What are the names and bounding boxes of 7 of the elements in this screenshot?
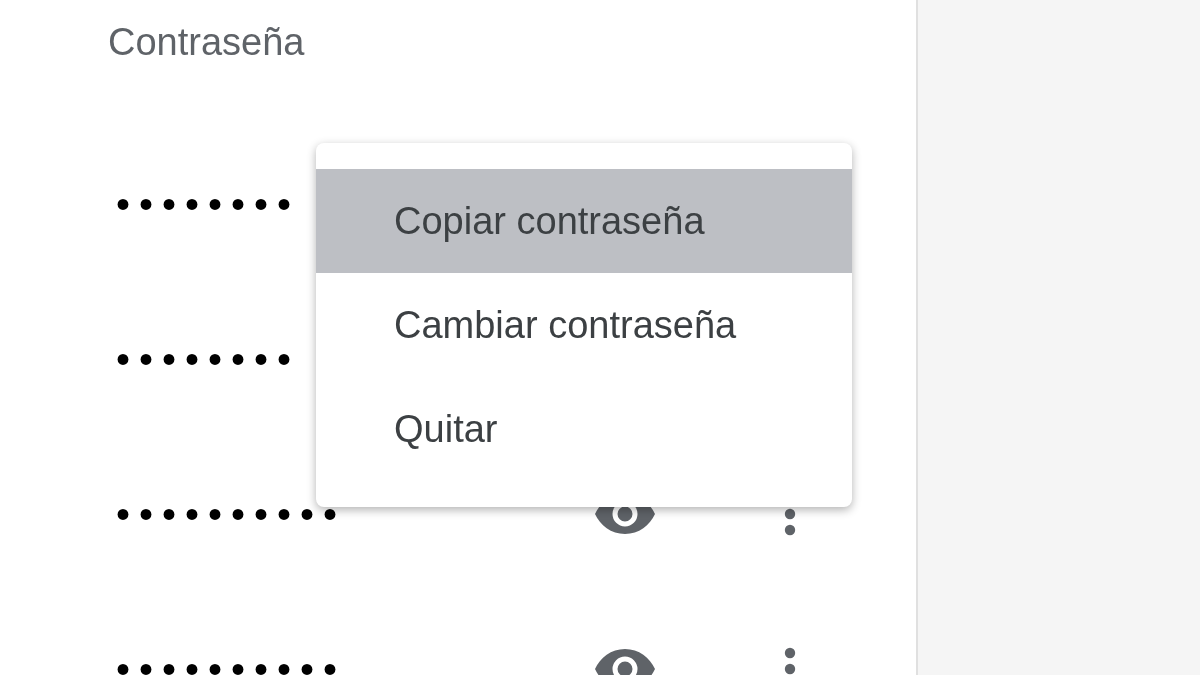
masked-password: ••••••••: [116, 338, 302, 379]
menu-item[interactable]: Quitar: [316, 377, 852, 481]
menu-item[interactable]: Cambiar contraseña: [316, 273, 852, 377]
masked-password: ••••••••••: [116, 648, 348, 675]
masked-password: ••••••••••: [116, 493, 348, 534]
menu-item[interactable]: Copiar contraseña: [316, 169, 852, 273]
column-header: Contraseña: [108, 21, 305, 63]
